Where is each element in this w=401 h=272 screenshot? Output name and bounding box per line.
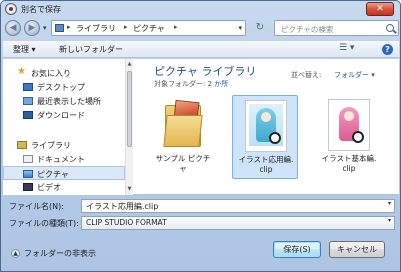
downloads-icon — [23, 111, 33, 119]
toolbar: 整理 ▾ 新しいフォルダー ☰ ▾ ? — [3, 40, 399, 58]
save-as-dialog: 別名で保存 ✕ ◀ ▶ ▾ ▸ ライブラリ ▸ ピクチャ ▸ ▾ ↻ ピクチャの… — [0, 0, 401, 272]
sidebar-item-label: ライブラリ — [31, 141, 71, 150]
search-placeholder: ピクチャの検索 — [281, 25, 334, 34]
filename-field[interactable]: イラスト応用編.clip ▾ — [81, 199, 395, 213]
documents-icon — [23, 155, 33, 163]
scroll-up-icon[interactable]: ▲ — [126, 60, 133, 68]
filetype-dropdown-icon[interactable]: ▾ — [388, 217, 391, 224]
recent-places-icon — [23, 97, 33, 105]
videos-icon — [23, 183, 33, 191]
app-icon — [5, 3, 17, 15]
navigation-bar: ◀ ▶ ▾ ▸ ライブラリ ▸ ピクチャ ▸ ▾ ↻ ピクチャの検索 — [3, 18, 399, 38]
file-item-sample-pictures[interactable]: サンプル ピクチ ャ — [150, 95, 216, 179]
sort-label: 並べ替え: — [291, 71, 322, 79]
clip-studio-badge-icon — [269, 132, 281, 144]
address-bar[interactable]: ▸ ライブラリ ▸ ピクチャ ▸ ▾ — [51, 20, 246, 36]
close-button[interactable]: ✕ — [366, 2, 394, 16]
view-options-icon[interactable]: ☰ ▾ — [339, 43, 354, 53]
refresh-icon[interactable]: ↻ — [249, 20, 271, 36]
search-icon[interactable] — [386, 24, 394, 32]
sort-dropdown[interactable]: フォルダー ▾ — [334, 70, 375, 80]
clip-studio-badge-icon — [352, 131, 364, 143]
breadcrumb-separator-icon[interactable]: ▸ — [67, 23, 71, 31]
desktop-icon — [23, 83, 33, 91]
clip-file-thumbnail — [245, 100, 287, 152]
help-icon[interactable]: ? — [382, 44, 393, 55]
file-view: ピクチャ ライブラリ 対象フォルダー: 2 か所 並べ替え: フォルダー ▾ サ… — [134, 59, 399, 195]
library-locations-link[interactable]: 2 か所 — [208, 80, 229, 88]
filetype-label: ファイルの種類(T): — [9, 219, 79, 228]
hide-folders-label: フォルダーの非表示 — [24, 249, 96, 258]
organize-menu[interactable]: 整理 ▾ — [13, 44, 36, 55]
sidebar-item-desktop[interactable]: デスクトップ — [3, 80, 125, 94]
star-icon: ★ — [17, 66, 26, 77]
title-bar: 別名で保存 ✕ — [1, 1, 400, 18]
breadcrumb-separator-icon[interactable]: ▸ — [174, 23, 178, 31]
breadcrumb-pictures[interactable]: ピクチャ — [133, 23, 165, 34]
library-subtitle: 対象フォルダー: 2 か所 — [154, 79, 228, 89]
file-item-label: サンプル ピクチ ャ — [155, 154, 211, 173]
sidebar-item-label: ダウンロード — [37, 111, 85, 120]
window-title: 別名で保存 — [21, 5, 61, 14]
file-item-label: イラスト基本編. clip — [321, 154, 377, 173]
sidebar-item-pictures[interactable]: ピクチャ — [3, 166, 125, 180]
library-subtitle-prefix: 対象フォルダー: — [154, 80, 208, 88]
sidebar-item-videos[interactable]: ビデオ — [3, 180, 125, 194]
sidebar-item-recent-places[interactable]: 最近表示した場所 — [3, 94, 125, 108]
cancel-button[interactable]: キャンセル — [329, 241, 385, 258]
pictures-icon — [23, 170, 33, 178]
filetype-select[interactable]: CLIP STUDIO FORMAT ▾ — [81, 216, 395, 230]
library-icon — [55, 24, 64, 32]
folder-icon — [163, 99, 203, 147]
sidebar-item-label: ビデオ — [37, 183, 61, 192]
scrollbar-thumb[interactable] — [127, 71, 132, 147]
scroll-down-icon[interactable]: ▼ — [126, 185, 133, 193]
sidebar-item-label: 最近表示した場所 — [37, 97, 101, 106]
breadcrumb-library[interactable]: ライブラリ — [76, 23, 116, 34]
address-dropdown-icon[interactable]: ▾ — [238, 24, 242, 32]
filename-label: ファイル名(N): — [9, 202, 64, 211]
navigation-pane: ★ お気に入り デスクトップ 最近表示した場所 ダウンロード ライブラリ ドキュ… — [3, 59, 133, 195]
breadcrumb-separator-icon[interactable]: ▸ — [124, 23, 128, 31]
recent-pages-dropdown-icon[interactable]: ▾ — [43, 24, 47, 32]
sidebar-item-label: デスクトップ — [37, 83, 85, 92]
clip-file-thumbnail — [328, 99, 370, 151]
sidebar-item-downloads[interactable]: ダウンロード — [3, 108, 125, 122]
main-area: ★ お気に入り デスクトップ 最近表示した場所 ダウンロード ライブラリ ドキュ… — [3, 59, 399, 195]
file-item-label: イラスト応用編. clip — [238, 155, 294, 174]
search-input[interactable]: ピクチャの検索 — [274, 20, 399, 36]
back-button[interactable]: ◀ — [5, 20, 21, 36]
filetype-value: CLIP STUDIO FORMAT — [86, 218, 167, 227]
sidebar-item-favorites[interactable]: ★ お気に入り — [3, 66, 125, 80]
file-item-illustration-advanced[interactable]: イラスト応用編. clip — [232, 95, 298, 179]
sidebar-item-label: ピクチャ — [37, 170, 69, 179]
filename-value: イラスト応用編.clip — [86, 202, 159, 211]
save-form: ファイル名(N): イラスト応用編.clip ▾ ファイルの種類(T): CLI… — [3, 197, 399, 271]
forward-button[interactable]: ▶ — [24, 20, 40, 36]
save-button[interactable]: 保存(S) — [273, 241, 321, 258]
sidebar-item-label: お気に入り — [31, 69, 71, 78]
library-title: ピクチャ ライブラリ — [154, 65, 257, 78]
new-folder-button[interactable]: 新しいフォルダー — [59, 44, 123, 55]
sidebar-item-documents[interactable]: ドキュメント — [3, 152, 125, 166]
sidebar-scrollbar[interactable]: ▲ ▼ — [125, 59, 133, 195]
sidebar-item-libraries[interactable]: ライブラリ — [3, 138, 125, 152]
file-item-illustration-basic[interactable]: イラスト基本編. clip — [316, 95, 382, 179]
sidebar-item-label: ドキュメント — [37, 155, 85, 164]
library-icon — [17, 141, 27, 149]
collapse-icon: ▲ — [11, 249, 20, 258]
filename-dropdown-icon[interactable]: ▾ — [388, 200, 391, 207]
